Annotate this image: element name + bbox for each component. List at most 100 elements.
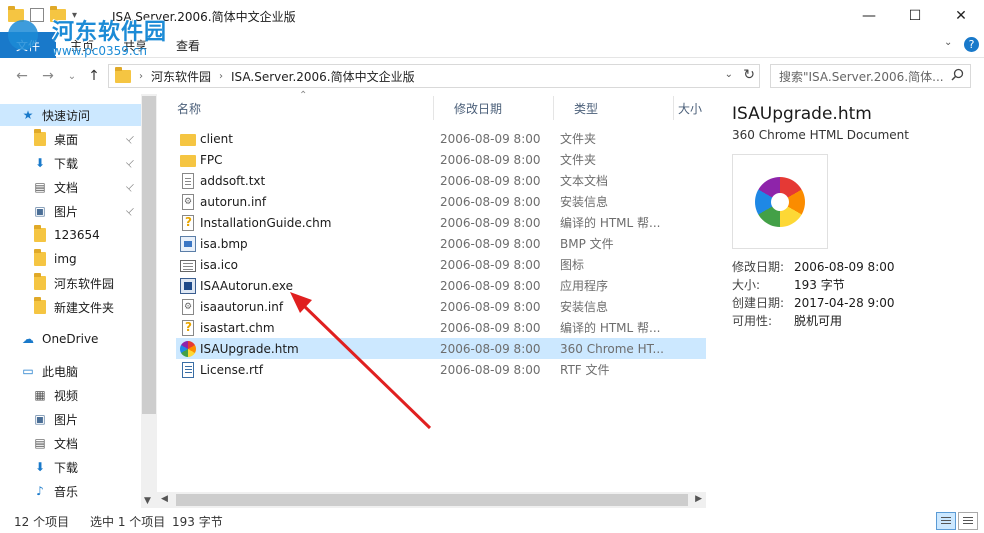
scroll-right-icon[interactable]: ▶ bbox=[695, 494, 702, 504]
sidebar-item[interactable]: ▭ 此电脑 bbox=[0, 360, 141, 382]
sidebar-item[interactable]: ★ 快速访问 bbox=[0, 104, 141, 126]
details-view-button[interactable] bbox=[936, 512, 956, 530]
file-row[interactable]: autorun.inf 2006-08-09 8:00 安装信息 bbox=[176, 191, 706, 212]
scrollbar-thumb[interactable] bbox=[176, 494, 688, 506]
file-row[interactable]: isaautorun.inf 2006-08-09 8:00 安装信息 bbox=[176, 296, 706, 317]
tab-view[interactable]: 查看 bbox=[176, 37, 200, 54]
sidebar-item[interactable]: ▣ 图片 bbox=[0, 408, 141, 430]
tab-share[interactable]: 共享 bbox=[123, 37, 147, 54]
large-icons-view-button[interactable] bbox=[958, 512, 978, 530]
star-icon: ★ bbox=[22, 108, 34, 122]
sidebar-item[interactable]: ▤ 文档 ⊥ bbox=[0, 176, 141, 198]
file-row[interactable]: isa.ico 2006-08-09 8:00 图标 bbox=[176, 254, 706, 275]
file-date: 2006-08-09 8:00 bbox=[440, 173, 541, 188]
address-bar[interactable]: › 河东软件园 › ISA.Server.2006.简体中文企业版 ⌄ ↻ bbox=[108, 64, 760, 88]
column-label: 大小 bbox=[678, 101, 703, 116]
search-icon[interactable] bbox=[951, 68, 964, 85]
breadcrumb-separator[interactable]: › bbox=[139, 71, 143, 82]
title-bar: ▾ ISA.Server.2006.简体中文企业版 — ☐ ✕ bbox=[0, 0, 984, 32]
breadcrumb-item[interactable]: 河东软件园 bbox=[151, 68, 211, 85]
refresh-icon[interactable]: ↻ bbox=[743, 67, 755, 83]
new-folder-icon[interactable] bbox=[50, 5, 66, 22]
chm-file-icon bbox=[182, 214, 194, 231]
sidebar-item[interactable]: 新建文件夹 bbox=[0, 296, 141, 318]
sort-ascending-icon: ⌃ bbox=[299, 90, 308, 101]
file-type: 安装信息 bbox=[560, 300, 609, 314]
file-row[interactable]: InstallationGuide.chm 2006-08-09 8:00 编译的 … bbox=[176, 212, 706, 233]
file-type: 文件夹 bbox=[560, 153, 597, 167]
file-date: 2006-08-09 8:00 bbox=[440, 194, 541, 209]
expand-ribbon-icon[interactable]: ⌄ bbox=[944, 37, 952, 48]
close-button[interactable]: ✕ bbox=[938, 0, 984, 32]
sidebar-item[interactable]: 123654 bbox=[0, 224, 141, 246]
file-row[interactable]: client 2006-08-09 8:00 文件夹 bbox=[176, 128, 706, 149]
pin-icon[interactable]: ⊥ bbox=[123, 204, 137, 218]
sidebar-item[interactable]: ☁ OneDrive bbox=[0, 328, 141, 350]
sidebar-item-label: 下载 bbox=[54, 156, 79, 171]
column-header-name[interactable]: 名称 ⌃ bbox=[157, 90, 434, 122]
sidebar-item-label: 文档 bbox=[54, 180, 79, 195]
help-icon[interactable]: ? bbox=[964, 37, 979, 52]
sidebar-item[interactable]: ♪ 音乐 bbox=[0, 480, 141, 502]
sidebar-item[interactable]: 河东软件园 bbox=[0, 272, 141, 294]
minimize-button[interactable]: — bbox=[846, 0, 892, 32]
pin-icon[interactable]: ⊥ bbox=[123, 156, 137, 170]
column-header-size[interactable]: 大小 bbox=[674, 94, 706, 122]
file-row[interactable]: License.rtf 2006-08-09 8:00 RTF 文件 bbox=[176, 359, 706, 380]
file-list: 名称 ⌃ 修改日期 类型 大小 client 2006-08-09 8:00 文件夹… bbox=[157, 90, 706, 508]
customize-toolbar-icon[interactable]: ▾ bbox=[72, 10, 77, 21]
file-preview bbox=[732, 154, 828, 249]
file-list-hscrollbar[interactable]: ◀ ▶ bbox=[157, 492, 706, 508]
scroll-down-icon[interactable]: ▼ bbox=[144, 496, 151, 506]
forward-button[interactable]: → bbox=[38, 66, 58, 86]
pin-icon[interactable]: ⊥ bbox=[123, 132, 137, 146]
sidebar-item[interactable]: img bbox=[0, 248, 141, 270]
file-row[interactable]: isastart.chm 2006-08-09 8:00 编译的 HTML 帮... bbox=[176, 317, 706, 338]
scrollbar-thumb[interactable] bbox=[142, 96, 156, 414]
prop-key: 可用性: bbox=[732, 314, 773, 328]
file-row[interactable]: FPC 2006-08-09 8:00 文件夹 bbox=[176, 149, 706, 170]
breadcrumb-item[interactable]: ISA.Server.2006.简体中文企业版 bbox=[231, 68, 415, 85]
search-input[interactable]: 搜索"ISA.Server.2006.简体... bbox=[770, 64, 971, 88]
navigation-pane: ★ 快速访问 桌面 ⊥ ⬇ 下载 ⊥ ▤ 文档 ⊥ ▣ 图片 ⊥ 123654 img 河东软件园 新建文件夹 ☁… bbox=[0, 94, 157, 508]
ribbon-tabs: 文件 主页 共享 查看 ⌄ ? bbox=[0, 32, 984, 58]
file-type: 文本文档 bbox=[560, 174, 609, 188]
sidebar-item[interactable]: ▣ 图片 ⊥ bbox=[0, 200, 141, 222]
360-file-icon bbox=[180, 340, 196, 357]
address-dropdown-icon[interactable]: ⌄ bbox=[725, 69, 733, 80]
column-header-type[interactable]: 类型 bbox=[554, 94, 674, 122]
document-icon: ▤ bbox=[34, 180, 46, 194]
file-row[interactable]: ISAAutorun.exe 2006-08-09 8:00 应用程序 bbox=[176, 275, 706, 296]
tab-home[interactable]: 主页 bbox=[70, 37, 94, 54]
up-button[interactable]: ↑ bbox=[84, 66, 104, 86]
scroll-left-icon[interactable]: ◀ bbox=[161, 494, 168, 504]
maximize-button[interactable]: ☐ bbox=[892, 0, 938, 32]
sidebar-item-label: 图片 bbox=[54, 412, 79, 427]
tab-file[interactable]: 文件 bbox=[0, 32, 56, 58]
pin-icon[interactable]: ⊥ bbox=[123, 180, 137, 194]
file-row[interactable]: ISAUpgrade.htm 2006-08-09 8:00 360 Chrome … bbox=[176, 338, 706, 359]
sidebar-item[interactable]: ⬇ 下载 bbox=[0, 456, 141, 478]
sidebar-item[interactable]: 桌面 ⊥ bbox=[0, 128, 141, 150]
details-pane: ISAUpgrade.htm 360 Chrome HTML Document … bbox=[716, 94, 984, 508]
column-header-date[interactable]: 修改日期 bbox=[434, 94, 554, 122]
breadcrumb-separator[interactable]: › bbox=[219, 71, 223, 82]
file-type: 安装信息 bbox=[560, 195, 609, 209]
prop-value: 2006-08-09 8:00 bbox=[794, 260, 895, 274]
sidebar-item[interactable]: ▦ 视频 bbox=[0, 384, 141, 406]
status-selected: 选中 1 个项目 bbox=[90, 515, 166, 529]
sidebar-item[interactable]: ⬇ 下载 ⊥ bbox=[0, 152, 141, 174]
document-icon: ▤ bbox=[34, 436, 46, 450]
sidebar-item[interactable]: ▤ 文档 bbox=[0, 432, 141, 454]
recent-locations-button[interactable]: ⌄ bbox=[62, 66, 82, 86]
properties-icon[interactable] bbox=[30, 8, 44, 22]
sidebar-item-label: 图片 bbox=[54, 204, 79, 219]
file-date: 2006-08-09 8:00 bbox=[440, 362, 541, 377]
sidebar-item-label: 文档 bbox=[54, 436, 79, 451]
file-row[interactable]: addsoft.txt 2006-08-09 8:00 文本文档 bbox=[176, 170, 706, 191]
folder-icon bbox=[32, 129, 48, 146]
nav-pane-scrollbar[interactable]: ▼ bbox=[141, 94, 157, 508]
folder-icon bbox=[32, 273, 48, 290]
file-row[interactable]: isa.bmp 2006-08-09 8:00 BMP 文件 bbox=[176, 233, 706, 254]
back-button[interactable]: ← bbox=[12, 66, 32, 86]
